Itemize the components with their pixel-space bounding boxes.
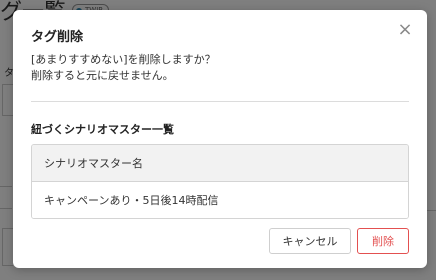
table-row: キャンペーンあり・5日後14時配信 [32, 182, 408, 218]
confirm-message: [あまりすすめない]を削除しますか？ 削除すると元に戻せません。 [31, 52, 216, 84]
close-icon[interactable]: × [397, 21, 413, 39]
cancel-button[interactable]: キャンセル [269, 228, 351, 254]
delete-tag-dialog: タグ削除 × [あまりすすめない]を削除しますか？ 削除すると元に戻せません。 … [13, 10, 427, 268]
page: グ一覧 TWIP タ タグ削除 × [あまりすすめない]を削除しますか？ 削除す… [0, 0, 436, 280]
scenario-master-table: シナリオマスター名 キャンペーンあり・5日後14時配信 [31, 144, 409, 219]
confirm-message-line: [あまりすすめない]を削除しますか？ [31, 53, 216, 66]
delete-button[interactable]: 削除 [357, 228, 409, 254]
table-header: シナリオマスター名 [32, 145, 408, 182]
section-title: 紐づくシナリオマスター一覧 [31, 123, 174, 136]
confirm-message-line: 削除すると元に戻せません。 [31, 69, 174, 82]
divider [31, 101, 409, 102]
dialog-title: タグ削除 [31, 30, 84, 45]
